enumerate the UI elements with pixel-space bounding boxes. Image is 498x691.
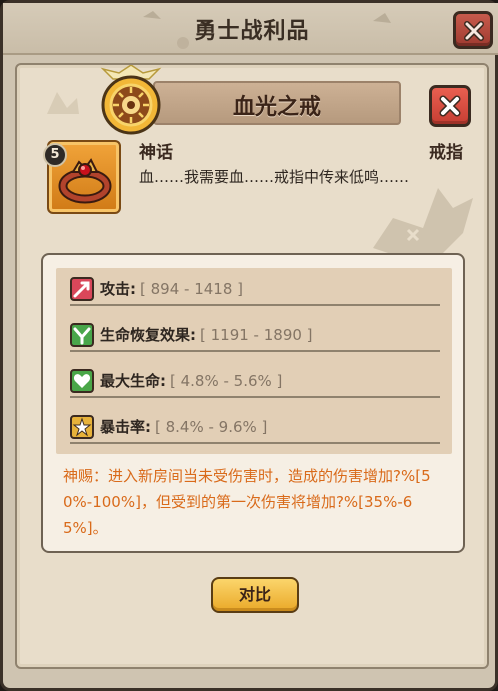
stat-range: [ 8.4% - 9.6% ] <box>155 418 268 436</box>
stat-label: 最大生命:[ 4.8% - 5.6% ] <box>100 372 283 390</box>
item-type: 戒指 <box>429 143 463 163</box>
heart-icon <box>70 369 94 393</box>
item-name-banner: 血光之戒 <box>153 81 401 125</box>
header-decoration <box>143 11 391 49</box>
stat-range: [ 894 - 1418 ] <box>140 280 243 298</box>
item-rarity: 神话 <box>139 143 173 163</box>
regen-icon <box>70 323 94 347</box>
stat-label: 攻击:[ 894 - 1418 ] <box>100 280 243 298</box>
stats-list: 攻击:[ 894 - 1418 ] 生命恢复效果:[ 1191 - 1890 ]… <box>56 268 452 454</box>
close-button[interactable] <box>429 85 471 127</box>
stats-card: 攻击:[ 894 - 1418 ] 生命恢复效果:[ 1191 - 1890 ]… <box>41 253 465 553</box>
item-flavor-text: 血……我需要血……戒指中传来低鸣…… <box>139 168 410 186</box>
attack-icon <box>70 277 94 301</box>
loot-window: 勇士战利品 血光之戒 5 神话 戒指 血……我需要血……戒指中传来低鸣…… 攻击… <box>0 0 498 691</box>
stat-row-crit: 暴击率:[ 8.4% - 9.6% ] <box>70 410 440 444</box>
background-decoration <box>373 188 473 258</box>
close-icon <box>439 95 461 117</box>
item-level-badge: 5 <box>43 143 67 167</box>
stat-range: [ 4.8% - 5.6% ] <box>170 372 283 390</box>
stat-row-regen: 生命恢复效果:[ 1191 - 1890 ] <box>70 318 440 352</box>
stat-row-max-hp: 最大生命:[ 4.8% - 5.6% ] <box>70 364 440 398</box>
crit-icon <box>70 415 94 439</box>
compare-button[interactable]: 对比 <box>211 577 299 613</box>
item-name: 血光之戒 <box>232 95 321 120</box>
window-close-button[interactable] <box>453 11 493 49</box>
stat-label: 生命恢复效果:[ 1191 - 1890 ] <box>100 326 313 344</box>
background-decoration <box>47 92 79 114</box>
stat-row-attack: 攻击:[ 894 - 1418 ] <box>70 272 440 306</box>
mythic-bonus-text: 神赐：进入新房间当未受伤害时，造成的伤害增加?%[50%-100%]，但受到的第… <box>63 467 431 537</box>
mythic-rarity-medal-icon <box>100 65 162 135</box>
stat-range: [ 1191 - 1890 ] <box>200 326 313 344</box>
stat-label: 暴击率:[ 8.4% - 9.6% ] <box>100 418 268 436</box>
close-icon <box>464 21 484 41</box>
